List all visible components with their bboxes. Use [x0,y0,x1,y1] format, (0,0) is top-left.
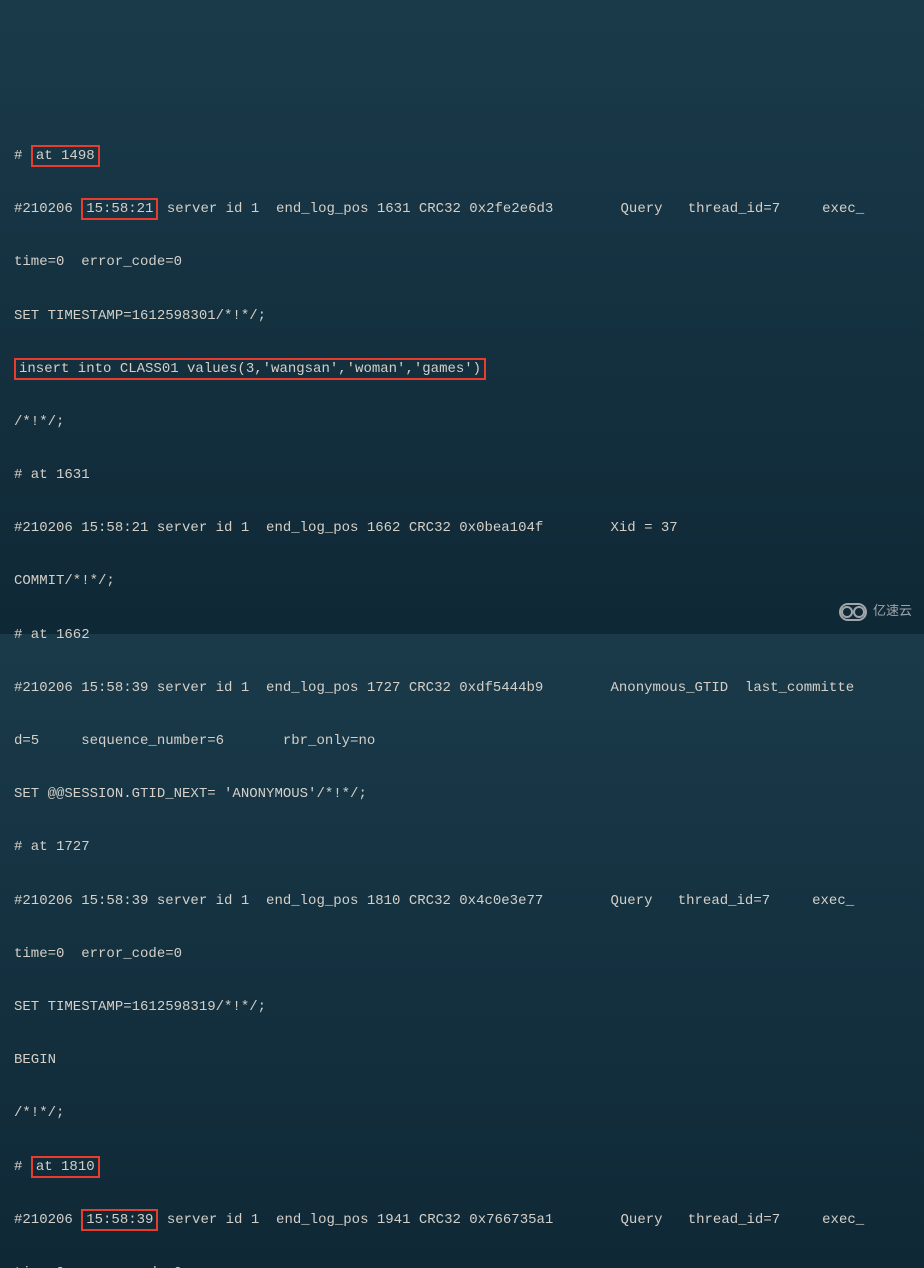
highlight-position: at 1498 [31,145,100,167]
log-line: # at 1662 [14,622,910,649]
log-text: # [14,1159,31,1175]
log-text: #210206 [14,201,81,217]
log-line: #210206 15:58:39 server id 1 end_log_pos… [14,1207,910,1234]
watermark-text: 亿速云 [873,599,912,624]
terminal-output: # at 1498 #210206 15:58:21 server id 1 e… [14,116,910,1268]
highlight-sql-insert: insert into CLASS01 values(3,'wangsan','… [14,358,486,380]
log-line: BEGIN [14,1047,910,1074]
log-line: SET TIMESTAMP=1612598319/*!*/; [14,994,910,1021]
log-line: SET TIMESTAMP=1612598301/*!*/; [14,303,910,330]
log-line: time=0 error_code=0 [14,249,910,276]
watermark: 亿速云 [839,599,912,624]
log-line: insert into CLASS01 values(3,'wangsan','… [14,356,910,383]
log-text: server id 1 end_log_pos 1631 CRC32 0x2fe… [158,201,864,217]
log-line: SET @@SESSION.GTID_NEXT= 'ANONYMOUS'/*!*… [14,781,910,808]
cloud-icon [839,603,867,621]
log-line: time=0 error_code=0 [14,1260,910,1268]
log-line: #210206 15:58:21 server id 1 end_log_pos… [14,515,910,542]
log-line: #210206 15:58:21 server id 1 end_log_pos… [14,196,910,223]
log-line: COMMIT/*!*/; [14,568,910,595]
highlight-position: at 1810 [31,1156,100,1178]
highlight-timestamp: 15:58:39 [81,1209,158,1231]
log-text: server id 1 end_log_pos 1941 CRC32 0x766… [158,1212,864,1228]
log-line: # at 1810 [14,1154,910,1181]
log-line: # at 1498 [14,143,910,170]
log-line: /*!*/; [14,1100,910,1127]
log-text: # [14,148,31,164]
log-text: #210206 [14,1212,81,1228]
log-line: /*!*/; [14,409,910,436]
log-line: time=0 error_code=0 [14,941,910,968]
log-line: #210206 15:58:39 server id 1 end_log_pos… [14,888,910,915]
log-line: #210206 15:58:39 server id 1 end_log_pos… [14,675,910,702]
log-line: # at 1727 [14,834,910,861]
highlight-timestamp: 15:58:21 [81,198,158,220]
log-line: # at 1631 [14,462,910,489]
log-line: d=5 sequence_number=6 rbr_only=no [14,728,910,755]
